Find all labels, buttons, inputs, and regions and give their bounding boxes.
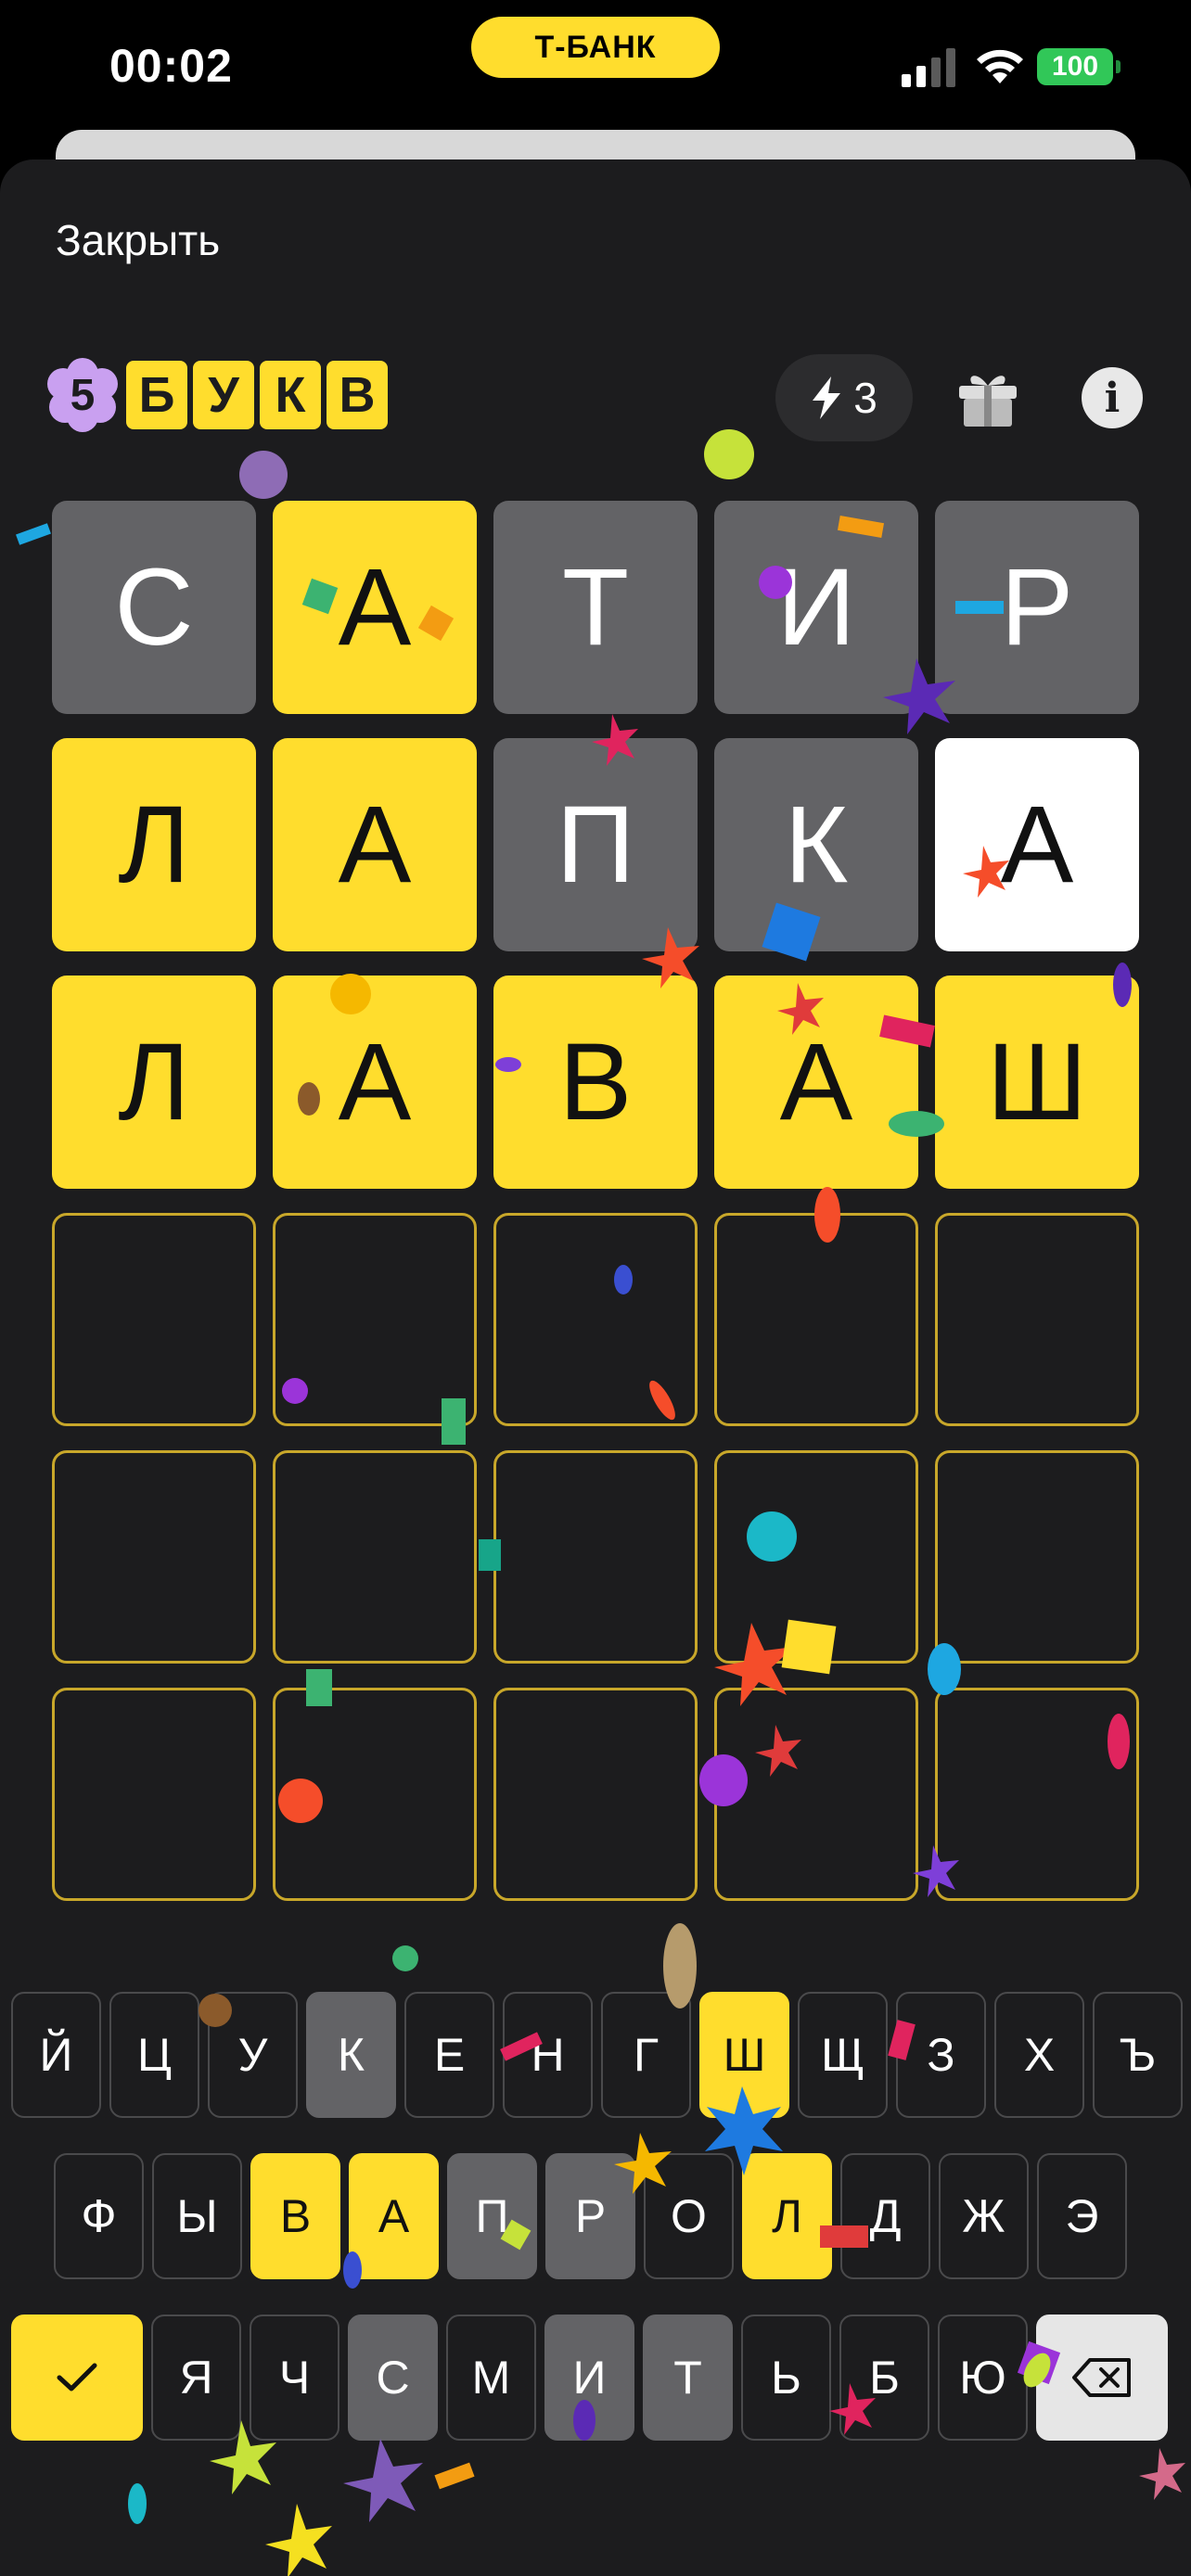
- empty-tile: [493, 1450, 698, 1664]
- game-logo: 5 Б У К В: [45, 358, 388, 432]
- keyboard-row-1: ЙЦУКЕНГШЩЗХЪ: [11, 1992, 1183, 2118]
- key-М[interactable]: М: [446, 2315, 536, 2441]
- letter-tile: Р: [935, 501, 1139, 714]
- letter-tile: С: [52, 501, 256, 714]
- key-Ч[interactable]: Ч: [250, 2315, 339, 2441]
- logo-number: 5: [70, 370, 96, 420]
- board-row: ЛАВАШ: [52, 976, 1139, 1189]
- letter-tile: В: [493, 976, 698, 1189]
- empty-tile: [273, 1688, 477, 1901]
- key-С[interactable]: С: [348, 2315, 438, 2441]
- empty-tile: [714, 1688, 918, 1901]
- empty-tile: [714, 1213, 918, 1426]
- empty-tile: [273, 1213, 477, 1426]
- board-row: [52, 1688, 1139, 1901]
- key-З[interactable]: З: [896, 1992, 986, 2118]
- empty-tile: [52, 1688, 256, 1901]
- enter-key[interactable]: [11, 2315, 143, 2441]
- key-Ш[interactable]: Ш: [699, 1992, 789, 2118]
- key-Е[interactable]: Е: [404, 1992, 494, 2118]
- energy-counter[interactable]: 3: [775, 354, 913, 441]
- letter-tile: И: [714, 501, 918, 714]
- key-Р[interactable]: Р: [545, 2153, 635, 2279]
- letter-tile: Л: [52, 976, 256, 1189]
- key-У[interactable]: У: [208, 1992, 298, 2118]
- key-В[interactable]: В: [250, 2153, 340, 2279]
- keyboard-row-2: ФЫВАПРОЛДЖЭ: [54, 2153, 1127, 2279]
- empty-tile: [935, 1688, 1139, 1901]
- key-К[interactable]: К: [306, 1992, 396, 2118]
- logo-letter: У: [193, 361, 254, 429]
- key-Ы[interactable]: Ы: [152, 2153, 242, 2279]
- status-bar: 00:02 Т-БАНК 100: [0, 0, 1191, 130]
- letter-tile: Л: [52, 738, 256, 951]
- letter-tile: П: [493, 738, 698, 951]
- key-Б[interactable]: Б: [839, 2315, 929, 2441]
- key-Э[interactable]: Э: [1037, 2153, 1127, 2279]
- key-Т[interactable]: Т: [643, 2315, 733, 2441]
- letter-tile: А: [273, 738, 477, 951]
- logo-letter: Б: [126, 361, 187, 429]
- empty-tile: [52, 1450, 256, 1664]
- key-Х[interactable]: Х: [994, 1992, 1084, 2118]
- key-Н[interactable]: Н: [503, 1992, 593, 2118]
- letter-tile: А: [935, 738, 1139, 951]
- letter-tile: А: [714, 976, 918, 1189]
- letter-tile: Т: [493, 501, 698, 714]
- empty-tile: [935, 1450, 1139, 1664]
- bank-pill[interactable]: Т-БАНК: [471, 17, 720, 78]
- checkmark-icon: [57, 2363, 97, 2391]
- key-Л[interactable]: Л: [742, 2153, 832, 2279]
- logo-letter: В: [327, 361, 388, 429]
- key-Ю[interactable]: Ю: [938, 2315, 1028, 2441]
- info-button[interactable]: i: [1082, 367, 1143, 428]
- key-А[interactable]: А: [349, 2153, 439, 2279]
- logo-letter: К: [260, 361, 321, 429]
- letter-tile: К: [714, 738, 918, 951]
- flower-badge: 5: [45, 357, 121, 433]
- key-Г[interactable]: Г: [601, 1992, 691, 2118]
- key-Д[interactable]: Д: [840, 2153, 930, 2279]
- key-Ь[interactable]: Ь: [741, 2315, 831, 2441]
- key-Ъ[interactable]: Ъ: [1093, 1992, 1183, 2118]
- key-И[interactable]: И: [544, 2315, 634, 2441]
- battery-indicator: 100: [1037, 48, 1121, 85]
- close-button[interactable]: Закрыть: [56, 215, 220, 265]
- key-Щ[interactable]: Щ: [798, 1992, 888, 2118]
- letter-tile: А: [273, 501, 477, 714]
- key-Ц[interactable]: Ц: [109, 1992, 199, 2118]
- backspace-icon: [1072, 2358, 1131, 2397]
- signal-icon: [902, 48, 955, 87]
- lightning-icon: [813, 376, 841, 419]
- board-row: САТИР: [52, 501, 1139, 714]
- empty-tile: [52, 1213, 256, 1426]
- status-time: 00:02: [109, 40, 233, 92]
- wifi-icon: [977, 49, 1023, 83]
- energy-count: 3: [853, 374, 877, 422]
- board-row: ЛАПКА: [52, 738, 1139, 951]
- empty-tile: [935, 1213, 1139, 1426]
- key-Й[interactable]: Й: [11, 1992, 101, 2118]
- backspace-key[interactable]: [1036, 2315, 1168, 2441]
- board-row: [52, 1213, 1139, 1426]
- key-Я[interactable]: Я: [151, 2315, 241, 2441]
- key-О[interactable]: О: [644, 2153, 734, 2279]
- letter-tile: Ш: [935, 976, 1139, 1189]
- gift-icon[interactable]: [957, 369, 1018, 427]
- letter-tile: А: [273, 976, 477, 1189]
- empty-tile: [493, 1688, 698, 1901]
- key-П[interactable]: П: [447, 2153, 537, 2279]
- board-row: [52, 1450, 1139, 1664]
- keyboard-row-3: ЯЧСМИТЬБЮ: [11, 2315, 1168, 2441]
- empty-tile: [273, 1450, 477, 1664]
- key-Ф[interactable]: Ф: [54, 2153, 144, 2279]
- key-Ж[interactable]: Ж: [939, 2153, 1029, 2279]
- empty-tile: [493, 1213, 698, 1426]
- empty-tile: [714, 1450, 918, 1664]
- game-board: САТИРЛАПКАЛАВАШ: [52, 501, 1139, 1925]
